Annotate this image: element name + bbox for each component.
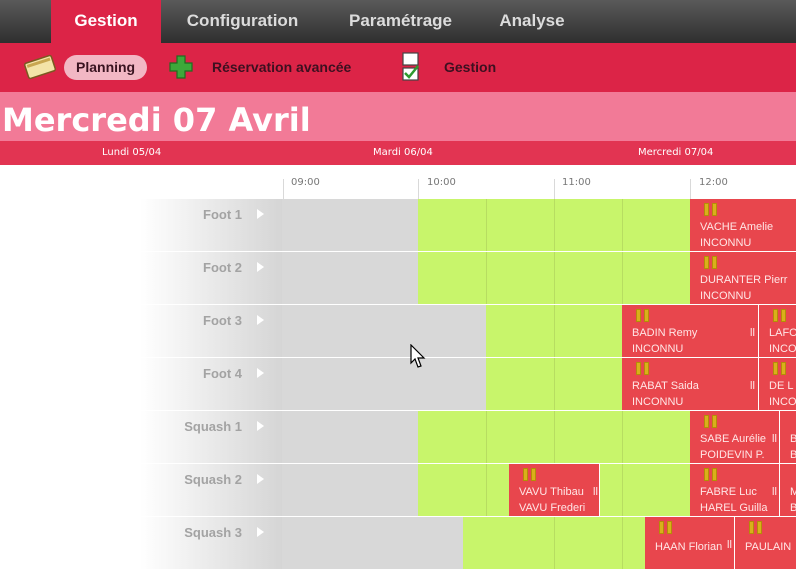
booking-block[interactable]: SABE Aurélie POIDEVIN P. ll [690, 411, 780, 463]
tab-configuration[interactable]: Configuration [170, 0, 315, 43]
booking-block[interactable]: VACHE Amelie INCONNU [690, 199, 796, 251]
closed-slot [282, 252, 418, 304]
expand-arrow-icon[interactable] [257, 421, 264, 431]
booking-flags-icon [523, 466, 539, 485]
day-mercredi[interactable]: Mercredi 07/04 [638, 141, 713, 165]
booking-flags-icon [704, 254, 720, 273]
booking-block[interactable]: MB [780, 464, 796, 516]
booking-block[interactable]: DE L INCO [759, 358, 796, 410]
booking-flags-icon [749, 519, 765, 538]
expand-arrow-icon[interactable] [257, 209, 264, 219]
booking-block[interactable]: BB [780, 411, 796, 463]
tab-gestion[interactable]: Gestion [51, 0, 161, 43]
mouse-cursor-icon [410, 344, 426, 368]
booking-block[interactable]: RABAT Saida INCONNU ll [622, 358, 759, 410]
booking-flags-icon [704, 466, 720, 485]
add-plus-icon[interactable] [168, 54, 194, 80]
page-title: Mercredi 07 Avril [0, 92, 796, 141]
booking-flags-icon [659, 519, 675, 538]
time-label: 11:00 [562, 177, 591, 188]
closed-slot [282, 411, 418, 463]
day-mardi[interactable]: Mardi 06/04 [373, 141, 433, 165]
resource-row: Squash 2 VAVU Thibau VAVU Frederi ll FABR… [0, 464, 796, 517]
resource-row: Foot 4 RABAT Saida INCONNU ll DE L INCO [0, 358, 796, 411]
expand-arrow-icon[interactable] [257, 368, 264, 378]
booking-flags-icon [773, 307, 789, 326]
resource-row: Foot 1 VACHE Amelie INCONNU [0, 199, 796, 252]
planning-button[interactable]: Planning [64, 55, 148, 80]
time-label: 10:00 [427, 177, 456, 188]
day-lundi[interactable]: Lundi 05/04 [102, 141, 161, 165]
top-nav: Gestion Configuration Paramétrage Analys… [0, 0, 796, 43]
reservation-avancee-link[interactable]: Réservation avancée [212, 43, 351, 92]
closed-slot [282, 464, 418, 516]
checklist-icon[interactable] [400, 51, 422, 83]
booking-block[interactable]: PAULAIN [735, 517, 796, 569]
time-header: 09:00 10:00 11:00 12:00 [0, 165, 796, 200]
resource-row: Squash 3 HAAN Florian ll PAULAIN [0, 517, 796, 570]
resource-row: Foot 2 DURANTER Pierr INCONNU [0, 252, 796, 305]
expand-arrow-icon[interactable] [257, 474, 264, 484]
sub-nav: Planning Réservation avancée Gestion [0, 43, 796, 92]
booking-flags-icon [773, 360, 789, 379]
booking-block[interactable]: FABRE Luc HAREL Guilla ll [690, 464, 780, 516]
day-navigation: Lundi 05/04 Mardi 06/04 Mercredi 07/04 [0, 141, 796, 165]
time-label: 09:00 [291, 177, 320, 188]
calendar-book-icon[interactable] [22, 53, 58, 81]
expand-arrow-icon[interactable] [257, 527, 264, 537]
closed-slot [282, 517, 463, 569]
closed-slot [282, 358, 486, 410]
gestion-link[interactable]: Gestion [444, 43, 496, 92]
resource-row: Foot 3 BADIN Remy INCONNU ll LAFO INCO [0, 305, 796, 358]
booking-block[interactable]: LAFO INCO [759, 305, 796, 357]
expand-arrow-icon[interactable] [257, 315, 264, 325]
closed-slot [282, 305, 486, 357]
expand-arrow-icon[interactable] [257, 262, 264, 272]
tab-parametrage[interactable]: Paramétrage [333, 0, 468, 43]
closed-slot [282, 199, 418, 251]
booking-flags-icon [636, 307, 652, 326]
booking-flags-icon [704, 413, 720, 432]
booking-block[interactable]: DURANTER Pierr INCONNU [690, 252, 796, 304]
tab-analyse[interactable]: Analyse [487, 0, 577, 43]
time-label: 12:00 [699, 177, 728, 188]
booking-flags-icon [636, 360, 652, 379]
booking-block[interactable]: BADIN Remy INCONNU ll [622, 305, 759, 357]
resource-row: Squash 1 SABE AuréliePOIDEVIN P. ll BB [0, 411, 796, 464]
booking-block[interactable]: VAVU Thibau VAVU Frederi ll [509, 464, 600, 516]
booking-flags-icon [704, 201, 720, 220]
booking-block[interactable]: HAAN Florian ll [645, 517, 735, 569]
